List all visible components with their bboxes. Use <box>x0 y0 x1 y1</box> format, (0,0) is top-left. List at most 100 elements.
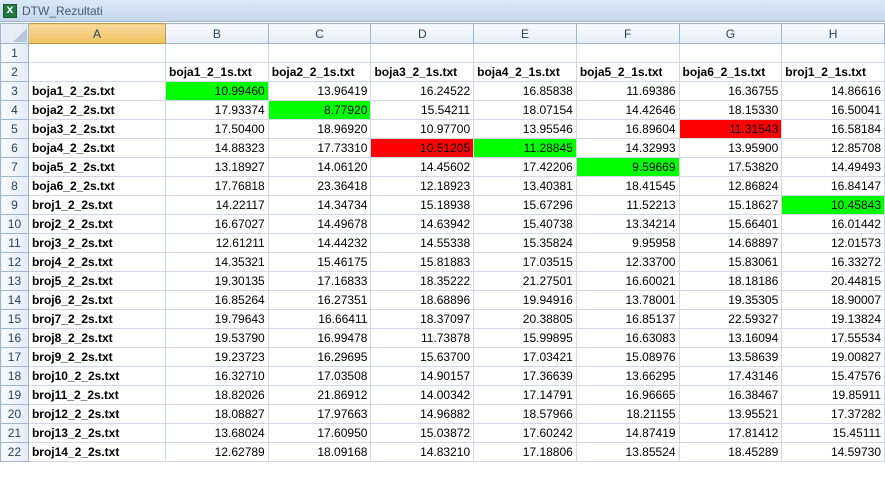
row-header[interactable]: 18 <box>0 366 29 386</box>
data-cell[interactable]: 13.18927 <box>165 157 269 177</box>
data-cell[interactable]: boja6_2_1s.txt <box>678 62 783 82</box>
data-cell[interactable]: 18.08827 <box>165 404 269 424</box>
data-cell[interactable]: 13.40381 <box>473 176 577 196</box>
data-cell[interactable]: 11.31543 <box>678 119 783 139</box>
row-label-cell[interactable]: broj7_2_2s.txt <box>27 309 167 329</box>
data-cell[interactable]: 14.86616 <box>781 81 885 101</box>
data-cell[interactable] <box>473 43 577 63</box>
data-cell[interactable]: 14.96882 <box>370 404 475 424</box>
data-cell[interactable]: 10.51205 <box>370 138 475 158</box>
data-cell[interactable] <box>575 43 680 63</box>
data-cell[interactable]: 14.06120 <box>267 157 372 177</box>
data-cell[interactable]: 15.40738 <box>473 214 577 234</box>
select-all-corner[interactable] <box>0 23 29 44</box>
row-header[interactable]: 10 <box>0 214 29 234</box>
row-header[interactable]: 4 <box>0 100 29 120</box>
data-cell[interactable]: 19.79643 <box>165 309 269 329</box>
data-cell[interactable]: 16.63083 <box>575 328 680 348</box>
data-cell[interactable]: 8.77920 <box>267 100 372 120</box>
data-cell[interactable]: 18.35222 <box>370 271 475 291</box>
data-cell[interactable]: 14.00342 <box>370 385 475 405</box>
data-cell[interactable]: 19.13824 <box>781 309 885 329</box>
data-cell[interactable]: 14.63942 <box>370 214 475 234</box>
row-label-cell[interactable]: broj5_2_2s.txt <box>27 271 167 291</box>
data-cell[interactable]: 17.43146 <box>678 366 783 386</box>
data-cell[interactable] <box>267 43 372 63</box>
data-cell[interactable]: 18.41545 <box>575 176 680 196</box>
data-cell[interactable]: 16.58184 <box>781 119 885 139</box>
row-label-cell[interactable]: broj13_2_2s.txt <box>27 423 167 443</box>
data-cell[interactable]: 17.37282 <box>781 404 885 424</box>
row-header[interactable]: 15 <box>0 309 29 329</box>
data-cell[interactable]: 18.07154 <box>473 100 577 120</box>
data-cell[interactable]: 16.01442 <box>781 214 885 234</box>
data-cell[interactable]: 13.16094 <box>678 328 783 348</box>
data-cell[interactable]: 22.59327 <box>678 309 783 329</box>
column-header-f[interactable]: F <box>575 23 680 44</box>
data-cell[interactable]: boja5_2_1s.txt <box>575 62 680 82</box>
data-cell[interactable]: 13.96419 <box>267 81 372 101</box>
row-label-cell[interactable]: broj11_2_2s.txt <box>27 385 167 405</box>
row-label-cell[interactable] <box>27 62 167 82</box>
data-cell[interactable]: 14.49678 <box>267 214 372 234</box>
data-cell[interactable]: 17.73310 <box>267 138 372 158</box>
data-cell[interactable]: 12.01573 <box>781 233 885 253</box>
data-cell[interactable]: 13.66295 <box>575 366 680 386</box>
spreadsheet-grid[interactable]: A B C D E F G H 1 2 boja1_2_1s.txt boja2_2_1s.txt bo… <box>0 23 885 487</box>
data-cell[interactable]: 13.95900 <box>678 138 783 158</box>
data-cell[interactable]: 16.96665 <box>575 385 680 405</box>
data-cell[interactable]: boja3_2_1s.txt <box>370 62 475 82</box>
data-cell[interactable]: 15.66401 <box>678 214 783 234</box>
row-header[interactable]: 17 <box>0 347 29 367</box>
column-header-b[interactable]: B <box>165 23 269 44</box>
data-cell[interactable]: 15.81883 <box>370 252 475 272</box>
data-cell[interactable]: 16.84147 <box>781 176 885 196</box>
data-cell[interactable]: 14.83210 <box>370 442 475 462</box>
data-cell[interactable]: 19.35305 <box>678 290 783 310</box>
row-label-cell[interactable]: broj4_2_2s.txt <box>27 252 167 272</box>
cell-table[interactable]: A B C D E F G H 1 2 boja1_2_1s.txt boja2_2_1s.txt bo… <box>0 23 885 462</box>
data-cell[interactable]: 18.21155 <box>575 404 680 424</box>
data-cell[interactable]: 17.03421 <box>473 347 577 367</box>
data-cell[interactable]: 18.15330 <box>678 100 783 120</box>
data-cell[interactable]: 15.08976 <box>575 347 680 367</box>
data-cell[interactable]: 12.62789 <box>165 442 269 462</box>
data-cell[interactable]: 14.87419 <box>575 423 680 443</box>
data-cell[interactable]: 16.66411 <box>267 309 372 329</box>
data-cell[interactable]: 9.59669 <box>575 157 680 177</box>
data-cell[interactable]: 11.73878 <box>370 328 475 348</box>
data-cell[interactable]: 14.45602 <box>370 157 475 177</box>
data-cell[interactable]: 18.68896 <box>370 290 475 310</box>
row-header[interactable]: 16 <box>0 328 29 348</box>
data-cell[interactable]: 17.55534 <box>781 328 885 348</box>
data-cell[interactable]: 17.81412 <box>678 423 783 443</box>
row-header[interactable]: 2 <box>0 62 29 82</box>
data-cell[interactable]: 15.63700 <box>370 347 475 367</box>
data-cell[interactable]: 14.49493 <box>781 157 885 177</box>
row-label-cell[interactable]: boja3_2_2s.txt <box>27 119 167 139</box>
data-cell[interactable]: 17.03515 <box>473 252 577 272</box>
data-cell[interactable]: 17.42206 <box>473 157 577 177</box>
data-cell[interactable]: 18.96920 <box>267 119 372 139</box>
row-label-cell[interactable]: broj9_2_2s.txt <box>27 347 167 367</box>
data-cell[interactable]: 19.53790 <box>165 328 269 348</box>
data-cell[interactable]: 16.85264 <box>165 290 269 310</box>
data-cell[interactable]: 14.55338 <box>370 233 475 253</box>
data-cell[interactable]: 18.37097 <box>370 309 475 329</box>
data-cell[interactable]: 21.27501 <box>473 271 577 291</box>
column-header-d[interactable]: D <box>370 23 475 44</box>
row-header[interactable]: 5 <box>0 119 29 139</box>
data-cell[interactable]: 16.38467 <box>678 385 783 405</box>
data-cell[interactable]: 17.14791 <box>473 385 577 405</box>
data-cell[interactable]: 10.97700 <box>370 119 475 139</box>
data-cell[interactable]: 16.60021 <box>575 271 680 291</box>
column-header-c[interactable]: C <box>267 23 372 44</box>
data-cell[interactable]: 14.34734 <box>267 195 372 215</box>
row-label-cell[interactable]: boja1_2_2s.txt <box>27 81 167 101</box>
row-header[interactable]: 6 <box>0 138 29 158</box>
row-label-cell[interactable]: broj6_2_2s.txt <box>27 290 167 310</box>
row-label-cell[interactable]: broj12_2_2s.txt <box>27 404 167 424</box>
data-cell[interactable]: 11.52213 <box>575 195 680 215</box>
data-cell[interactable]: 18.57966 <box>473 404 577 424</box>
row-label-cell[interactable]: broj14_2_2s.txt <box>27 442 167 462</box>
